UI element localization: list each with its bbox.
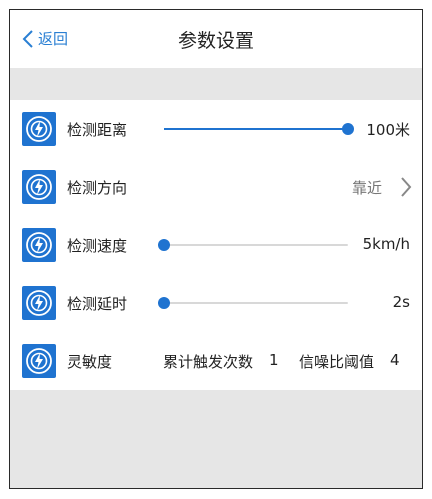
app-frame: 返回 参数设置 检测距离 100米 检测方向 靠近 检测速度 5km/h 检测延… xyxy=(9,9,423,489)
snr-threshold-label: 信噪比阈值 xyxy=(299,353,375,371)
section-spacer xyxy=(10,68,422,100)
speed-slider[interactable] xyxy=(158,239,348,251)
speed-label: 检测速度 xyxy=(67,237,128,255)
distance-slider[interactable] xyxy=(164,123,354,135)
direction-label: 检测方向 xyxy=(67,179,128,197)
distance-value: 100米 xyxy=(366,121,410,139)
radar-bolt-icon xyxy=(22,228,56,262)
radar-bolt-icon xyxy=(22,170,56,204)
radar-bolt-icon xyxy=(22,286,56,320)
sensitivity-label: 灵敏度 xyxy=(67,353,113,371)
speed-value: 5km/h xyxy=(362,235,410,253)
delay-value: 2s xyxy=(392,293,410,311)
page-title: 参数设置 xyxy=(177,30,254,52)
speed-row: 检测速度 5km/h xyxy=(10,216,422,274)
speed-slider-thumb[interactable] xyxy=(158,239,170,251)
distance-slider-fill xyxy=(164,128,348,130)
distance-label: 检测距离 xyxy=(67,121,128,139)
speed-slider-track xyxy=(164,244,348,246)
distance-row: 检测距离 100米 xyxy=(10,100,422,158)
chevron-right-icon xyxy=(401,177,412,197)
empty-area xyxy=(10,390,422,488)
direction-value: 靠近 xyxy=(351,179,382,197)
direction-row[interactable]: 检测方向 靠近 xyxy=(10,158,422,216)
trigger-count-value[interactable]: 1 xyxy=(269,351,279,369)
sensitivity-row: 灵敏度 累计触发次数 1 信噪比阈值 4 xyxy=(10,332,422,390)
delay-slider[interactable] xyxy=(158,297,348,309)
radar-bolt-icon xyxy=(22,344,56,378)
delay-slider-track xyxy=(164,302,348,304)
settings-list: 检测距离 100米 检测方向 靠近 检测速度 5km/h 检测延时 2s 灵敏度… xyxy=(10,100,422,390)
radar-bolt-icon xyxy=(22,112,56,146)
delay-row: 检测延时 2s xyxy=(10,274,422,332)
trigger-count-label: 累计触发次数 xyxy=(163,353,254,371)
header: 返回 参数设置 xyxy=(10,10,422,68)
snr-threshold-value[interactable]: 4 xyxy=(390,351,400,369)
distance-slider-thumb[interactable] xyxy=(342,123,354,135)
delay-slider-thumb[interactable] xyxy=(158,297,170,309)
delay-label: 检测延时 xyxy=(67,295,128,313)
